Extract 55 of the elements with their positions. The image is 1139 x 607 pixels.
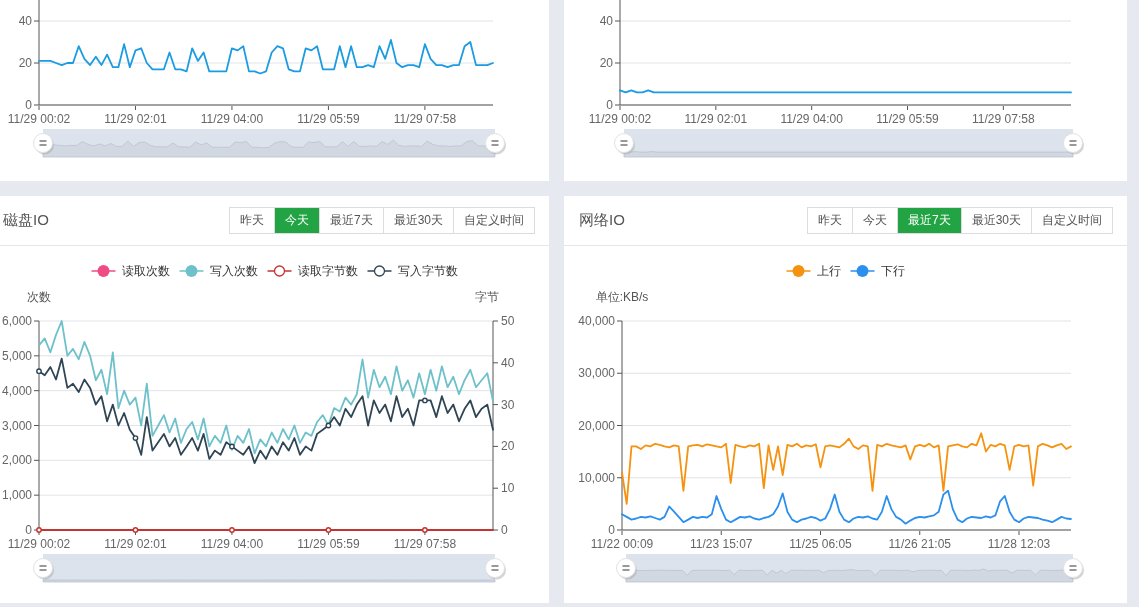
axis-label: 1,000: [1, 488, 32, 503]
legend-label: 读取次数: [121, 264, 170, 278]
axis-label: 11/22 00:09: [590, 537, 654, 551]
axis-label: 3,000: [1, 418, 32, 433]
axis-label: 30,000: [578, 366, 615, 381]
legend-label: 写入次数: [209, 264, 258, 278]
axis-label: 0: [606, 98, 613, 112]
legend-label: 写入字节数: [397, 264, 458, 278]
axis-label: 11/29 04:00: [200, 537, 264, 551]
axis-label: 40: [501, 355, 515, 370]
legend-label: 下行: [880, 264, 905, 278]
legend-label: 上行: [816, 264, 841, 278]
axis-label: 11/25 06:05: [789, 537, 852, 551]
axis-label: 40: [599, 14, 613, 28]
axis-title: 次数: [27, 290, 51, 304]
legend-label: 读取字节数: [297, 264, 358, 278]
axis-label: 10,000: [578, 470, 615, 485]
axis-label: 50: [501, 314, 515, 328]
axis-label: 0: [25, 98, 32, 112]
axis-label: 11/29 04:00: [780, 112, 843, 126]
axis-label: 11/29 05:59: [297, 112, 360, 126]
axis-label: 0: [608, 523, 615, 537]
axis-label: 11/29 04:00: [200, 112, 264, 126]
axis-label: 11/29 07:58: [393, 537, 457, 551]
axis-label: 11/29 02:01: [684, 112, 748, 126]
axis-label: 11/29 02:01: [104, 537, 167, 551]
axis-title: 字节: [475, 290, 499, 304]
axis-label: 11/29 00:02: [7, 537, 71, 551]
axis-label: 20: [501, 439, 515, 454]
axis-label: 30: [501, 397, 515, 412]
axis-label: 11/29 00:02: [7, 112, 71, 126]
axis-label: 40,000: [578, 314, 615, 328]
card-title: 磁盘IO: [3, 211, 49, 230]
axis-label: 11/29 07:58: [393, 112, 457, 126]
axis-label: 11/28 12:03: [987, 537, 1051, 551]
axis-label: 11/23 15:07: [690, 537, 753, 551]
axis-label: 0: [501, 523, 508, 537]
axis-label: 11/29 02:01: [104, 112, 167, 126]
axis-label: 11/29 00:02: [588, 112, 652, 126]
axis-label: 20: [18, 56, 32, 70]
axis-label: 11/26 21:05: [888, 537, 951, 551]
axis-label: 6,000: [1, 314, 32, 328]
axis-label: 20: [599, 56, 613, 70]
axis-label: 11/29 05:59: [876, 112, 939, 126]
axis-label: 11/29 05:59: [297, 537, 360, 551]
axis-label: 20,000: [578, 418, 615, 433]
axis-label: 0: [25, 523, 32, 537]
axis-label: 4,000: [1, 383, 32, 398]
axis-label: 5,000: [1, 348, 32, 363]
card-title: 网络IO: [579, 211, 625, 230]
axis-label: 40: [18, 14, 32, 28]
axis-title: 单位:KB/s: [595, 290, 649, 304]
axis-label: 2,000: [1, 453, 32, 468]
axis-label: 10: [501, 481, 515, 496]
axis-label: 11/29 07:58: [972, 112, 1035, 126]
